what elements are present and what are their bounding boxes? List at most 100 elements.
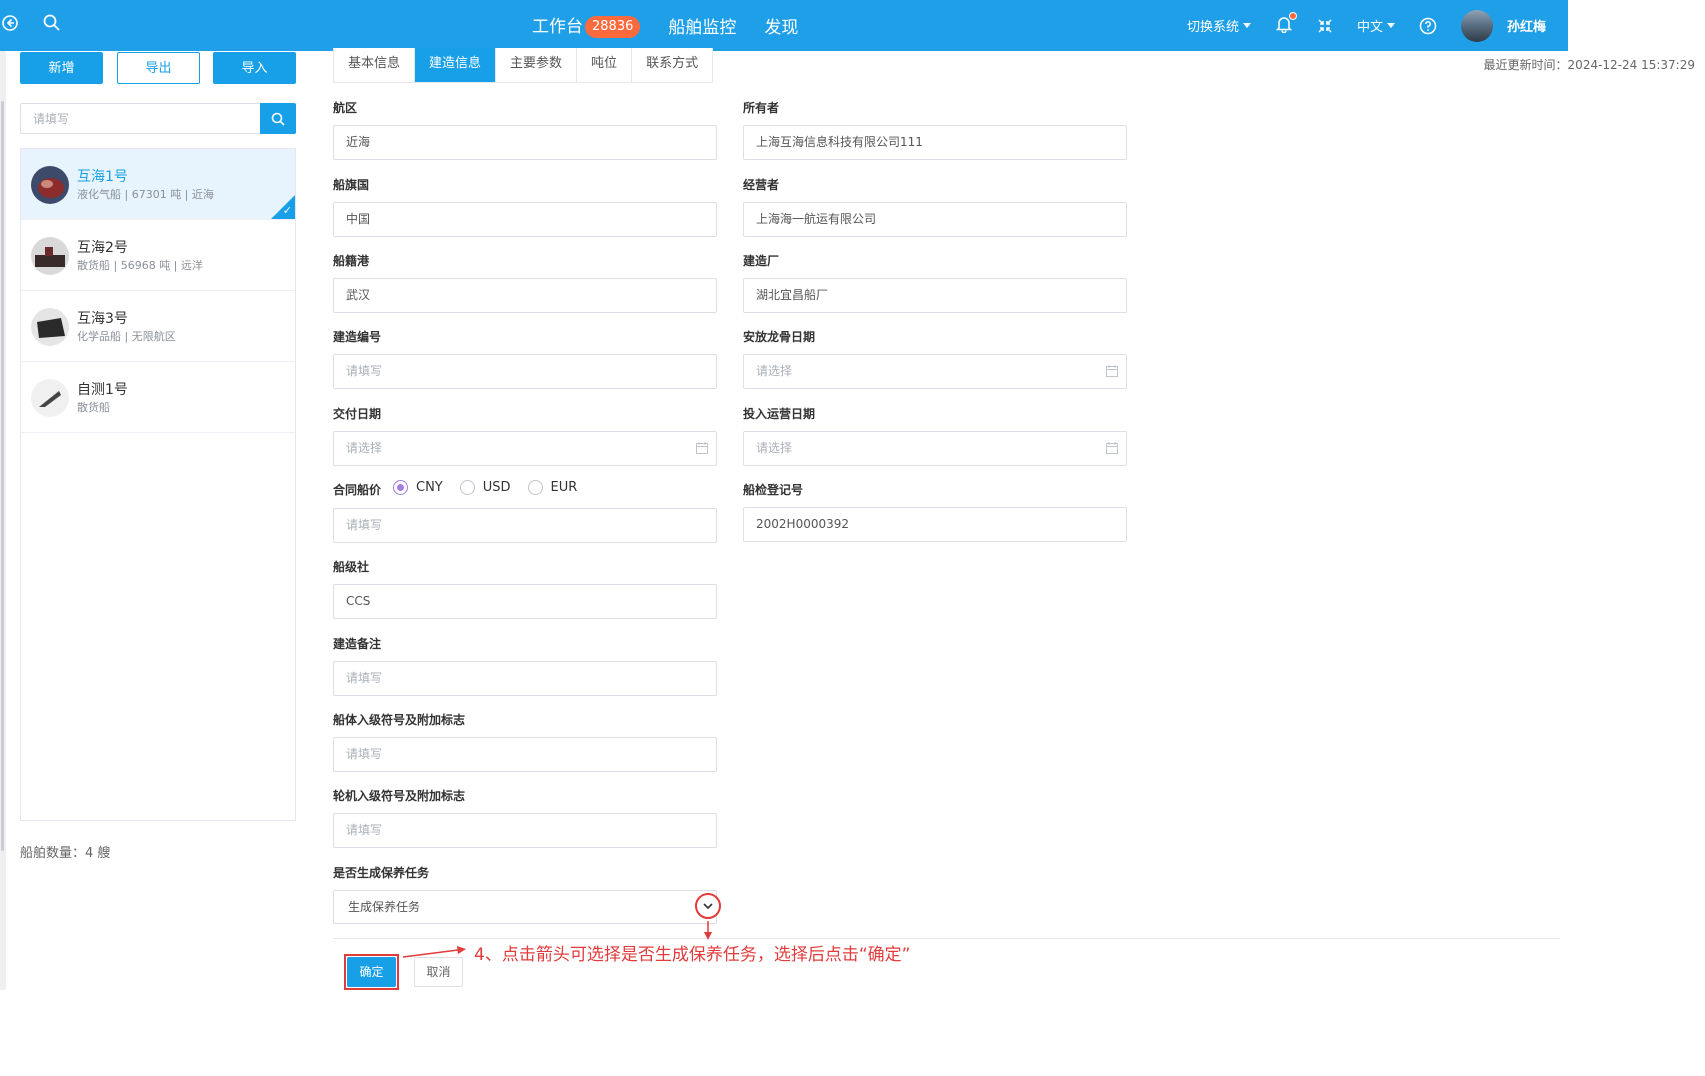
ship-name: 自测1号 xyxy=(77,382,128,398)
area-field[interactable]: 近海 xyxy=(333,125,717,160)
tab-tonnage[interactable]: 吨位 xyxy=(577,48,633,82)
calendar-icon xyxy=(1106,365,1118,377)
flag-value: 中国 xyxy=(346,212,371,226)
radio-usd-label[interactable]: USD xyxy=(483,480,511,495)
delivery-date-picker[interactable]: 请选择 xyxy=(333,431,717,466)
search-input[interactable] xyxy=(21,104,261,133)
flag-field[interactable]: 中国 xyxy=(333,202,717,237)
engine-class-label: 轮机入级符号及附加标志 xyxy=(333,789,466,803)
builder-field[interactable]: 湖北宜昌船厂 xyxy=(743,278,1127,313)
confirm-button[interactable]: 确定 xyxy=(347,957,396,987)
operation-date-placeholder: 请选择 xyxy=(756,441,793,455)
header-actions: 切换系统 中文 孙红梅 xyxy=(1187,0,1568,51)
hull-class-placeholder: 请填写 xyxy=(346,747,383,761)
port-value: 武汉 xyxy=(346,288,371,302)
radio-eur[interactable] xyxy=(527,480,543,495)
annotation-text: 4、点击箭头可选择是否生成保养任务，选择后点击“确定” xyxy=(474,945,911,965)
search-button[interactable] xyxy=(260,103,296,134)
notification-button[interactable] xyxy=(1275,11,1297,37)
avatar[interactable] xyxy=(1460,9,1493,42)
help-button[interactable] xyxy=(1419,17,1437,35)
keel-date-label: 安放龙骨日期 xyxy=(743,330,816,344)
maintenance-select[interactable]: 生成保养任务 xyxy=(333,890,717,924)
caret-down-icon xyxy=(1242,23,1251,28)
area-value: 近海 xyxy=(346,135,371,149)
contract-price-input[interactable]: 请填写 xyxy=(333,508,717,543)
list-item[interactable]: 互海2号 散货船 | 56968 吨 | 远洋 xyxy=(21,220,295,291)
nav-discover[interactable]: 发现 xyxy=(764,13,798,38)
build-remark-placeholder: 请填写 xyxy=(346,671,383,685)
build-no-placeholder: 请填写 xyxy=(346,364,383,378)
workbench-badge: 28836 xyxy=(585,16,641,38)
ship-thumbnail xyxy=(31,379,69,417)
ship-meta: 散货船 | 56968 吨 | 远洋 xyxy=(77,259,203,272)
build-remark-input[interactable]: 请填写 xyxy=(333,661,717,696)
switch-system-menu[interactable]: 切换系统 xyxy=(1187,16,1251,35)
contract-price-placeholder: 请填写 xyxy=(346,518,383,532)
back-icon[interactable] xyxy=(0,12,20,34)
port-label: 船籍港 xyxy=(333,254,370,268)
operator-label: 经营者 xyxy=(743,178,780,192)
build-no-input[interactable]: 请填写 xyxy=(333,354,717,389)
hull-class-input[interactable]: 请填写 xyxy=(333,737,717,772)
ship-meta: 液化气船 | 67301 吨 | 近海 xyxy=(77,188,214,201)
search-icon[interactable] xyxy=(42,13,62,33)
ship-name: 互海2号 xyxy=(77,240,128,256)
port-field[interactable]: 武汉 xyxy=(333,278,717,313)
nav-ship-monitor[interactable]: 船舶监控 xyxy=(668,13,736,38)
annotation-arrow-right xyxy=(402,949,459,958)
ship-count: 船舶数量：4 艘 xyxy=(20,846,111,861)
collapse-button[interactable] xyxy=(1317,18,1333,34)
tab-contact[interactable]: 联系方式 xyxy=(632,48,713,82)
ship-thumbnail xyxy=(31,166,69,204)
engine-class-input[interactable]: 请填写 xyxy=(333,813,717,848)
maintenance-value: 生成保养任务 xyxy=(348,900,421,914)
operation-date-label: 投入运营日期 xyxy=(743,407,816,421)
scrollbar-thumb[interactable] xyxy=(1,101,4,851)
radio-cny[interactable] xyxy=(393,480,408,495)
add-button[interactable]: 新增 xyxy=(20,52,103,84)
list-item[interactable]: 互海1号 液化气船 | 67301 吨 | 近海 ✓ xyxy=(21,149,295,220)
calendar-icon xyxy=(696,442,708,454)
calendar-icon xyxy=(1106,442,1118,454)
language-menu[interactable]: 中文 xyxy=(1357,16,1395,35)
inspection-no-field[interactable]: 2002H0000392 xyxy=(743,507,1127,542)
user-name[interactable]: 孙红梅 xyxy=(1507,16,1546,35)
radio-eur-label[interactable]: EUR xyxy=(551,480,578,495)
list-item[interactable]: 自测1号 散货船 xyxy=(21,362,295,433)
top-bar: 工作台 28836 船舶监控 发现 切换系统 中文 孙红梅 xyxy=(0,0,1568,51)
switch-system-label: 切换系统 xyxy=(1186,20,1239,35)
caret-down-icon xyxy=(1386,23,1395,28)
cancel-button[interactable]: 取消 xyxy=(414,957,463,987)
owner-field[interactable]: 上海互海信息科技有限公司111 xyxy=(743,125,1127,160)
radio-cny-label[interactable]: CNY xyxy=(416,480,443,495)
keel-date-picker[interactable]: 请选择 xyxy=(743,354,1127,389)
language-label: 中文 xyxy=(1356,20,1383,35)
export-button[interactable]: 导出 xyxy=(117,52,200,84)
nav-workbench-label: 工作台 xyxy=(532,17,583,37)
tab-build-info[interactable]: 建造信息 xyxy=(415,48,497,82)
radio-usd[interactable] xyxy=(459,480,475,495)
builder-value: 湖北宜昌船厂 xyxy=(756,288,829,302)
tab-basic-info[interactable]: 基本信息 xyxy=(334,48,416,82)
class-society-field[interactable]: CCS xyxy=(333,584,717,619)
currency-radio-group: CNY USD EUR xyxy=(393,480,594,495)
operator-value: 上海海一航运有限公司 xyxy=(756,212,877,226)
page-scrollbar[interactable] xyxy=(0,51,6,990)
detail-tabs: 基本信息 建造信息 主要参数 吨位 联系方式 xyxy=(333,48,714,83)
maintenance-label: 是否生成保养任务 xyxy=(333,866,430,880)
ship-thumbnail xyxy=(31,308,69,346)
import-button[interactable]: 导入 xyxy=(213,52,296,84)
build-remark-label: 建造备注 xyxy=(333,637,382,651)
list-item[interactable]: 互海3号 化学品船 | 无限航区 xyxy=(21,291,295,362)
chevron-down-icon[interactable] xyxy=(695,893,721,919)
nav-workbench[interactable]: 工作台 28836 xyxy=(532,12,641,38)
notification-dot xyxy=(1288,11,1297,20)
owner-value: 上海互海信息科技有限公司111 xyxy=(756,135,923,149)
keel-date-placeholder: 请选择 xyxy=(756,364,793,378)
tab-main-params[interactable]: 主要参数 xyxy=(496,48,578,82)
ship-meta: 散货船 xyxy=(77,401,110,414)
operator-field[interactable]: 上海海一航运有限公司 xyxy=(743,202,1127,237)
operation-date-picker[interactable]: 请选择 xyxy=(743,431,1127,466)
builder-label: 建造厂 xyxy=(743,254,780,268)
